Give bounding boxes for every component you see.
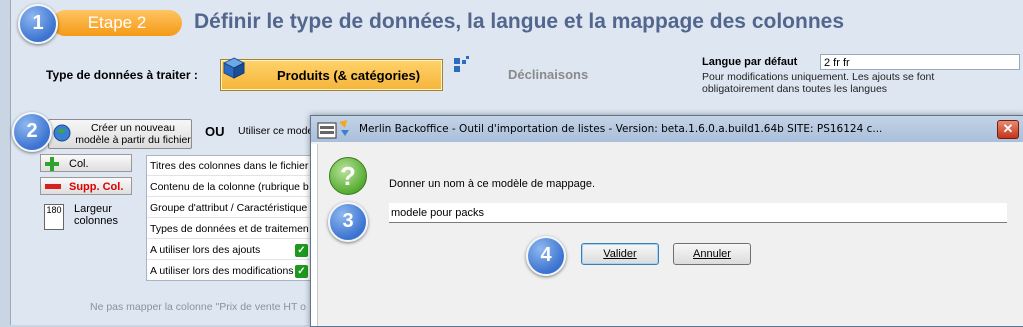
grid-row: Types de données et de traitemen xyxy=(147,219,317,239)
annuler-button[interactable]: Annuler xyxy=(673,243,751,265)
declinaisons-label: Déclinaisons xyxy=(508,67,589,82)
grid-row: Contenu de la colonne (rubrique b xyxy=(147,177,317,197)
column-width-icon[interactable]: 180 xyxy=(44,204,64,230)
ajouts-checkbox[interactable]: ✓ xyxy=(295,244,308,257)
cube-icon xyxy=(223,57,245,79)
question-icon: ? xyxy=(329,157,367,195)
produits-label: Produits (& catégories) xyxy=(277,68,421,83)
grid-row: A utiliser lors des modifications xyxy=(147,261,317,280)
dialog-titlebar[interactable]: Merlin Backoffice - Outil d'importation … xyxy=(311,116,1023,142)
dialog-left-strip xyxy=(311,144,318,326)
valider-button[interactable]: Valider xyxy=(581,243,659,265)
declinaisons-icon xyxy=(454,56,469,72)
column-width-label: Largeur colonnes xyxy=(74,203,119,227)
dialog-title: Merlin Backoffice - Outil d'importation … xyxy=(359,123,883,135)
step-marker-3: 3 xyxy=(328,202,368,242)
langue-label: Langue par défaut xyxy=(702,56,798,68)
model-name-input[interactable] xyxy=(389,203,1007,223)
virtual-column-button[interactable]: Col. Virtuelle xyxy=(40,154,132,188)
plus-icon xyxy=(45,157,59,171)
langue-note: Pour modifications uniquement. Les ajout… xyxy=(702,71,935,95)
dialog-prompt: Donner un nom à ce modèle de mappage. xyxy=(389,178,596,190)
produits-button[interactable]: Produits (& catégories) xyxy=(220,57,443,91)
mapping-grid: Titres des colonnes dans le fichier Cont… xyxy=(146,155,318,281)
use-model-label: Utiliser ce mode xyxy=(238,125,314,137)
valider-label: Valider xyxy=(603,248,637,260)
grid-row: Groupe d'attribut / Caractéristique xyxy=(147,198,317,218)
step-marker-1: 1 xyxy=(18,4,58,44)
create-model-label: Créer un nouveau modèle à partir du fich… xyxy=(75,122,191,146)
minus-icon xyxy=(45,184,61,189)
name-model-dialog: Merlin Backoffice - Outil d'importation … xyxy=(310,115,1023,327)
grid-row: A utiliser lors des ajouts xyxy=(147,240,317,260)
step-marker-2: 2 xyxy=(12,112,52,152)
langue-field[interactable]: 2 fr fr xyxy=(820,54,1020,70)
globe-icon xyxy=(53,124,71,142)
delete-column-label: Supp. Col. xyxy=(69,181,124,193)
data-type-label: Type de données à traiter : xyxy=(46,68,198,82)
page-title: Définir le type de données, la langue et… xyxy=(194,10,845,33)
app-icon xyxy=(317,120,349,139)
step-marker-4: 4 xyxy=(526,236,566,276)
close-icon[interactable]: ✕ xyxy=(997,120,1019,139)
footer-note: Ne pas mapper la colonne "Prix de vente … xyxy=(90,301,306,313)
annuler-label: Annuler xyxy=(693,248,731,260)
ou-label: OU xyxy=(205,124,225,139)
grid-row: Titres des colonnes dans le fichier xyxy=(147,156,317,176)
modifications-checkbox[interactable]: ✓ xyxy=(295,265,308,278)
create-model-button[interactable]: Créer un nouveau modèle à partir du fich… xyxy=(48,119,192,149)
declinaisons-button[interactable]: Déclinaisons xyxy=(452,56,687,89)
etape-badge: Etape 2 xyxy=(52,10,182,36)
delete-column-button[interactable]: Supp. Col. xyxy=(40,177,132,195)
